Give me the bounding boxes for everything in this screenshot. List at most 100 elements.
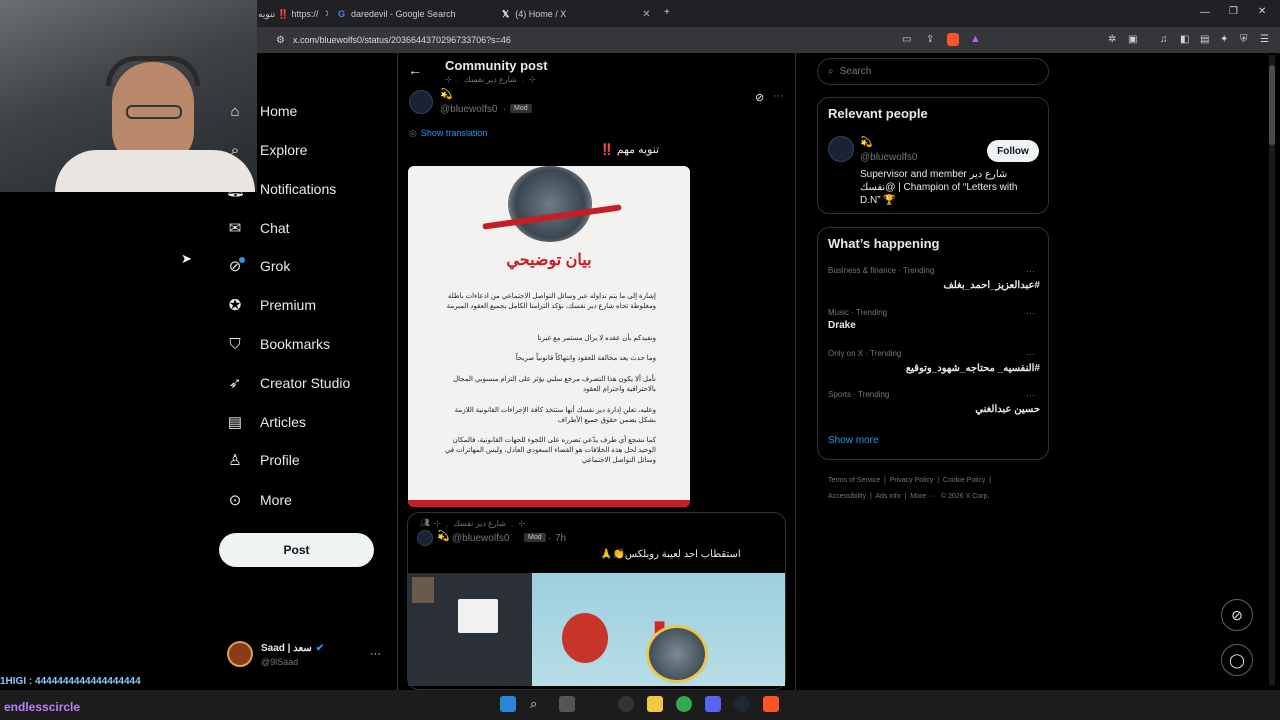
show-more-link[interactable]: Show more — [828, 435, 879, 446]
url-text: x.com/bluewolfs0/status/2036644370296733… — [292, 35, 511, 45]
nav-chat[interactable]: ✉ Chat — [226, 213, 290, 243]
image-paragraph: ونفيدكم بأن عقده لا يزال مستمر مع غيرنا — [537, 335, 656, 342]
chrome-icon[interactable] — [676, 696, 692, 712]
follow-button[interactable]: Follow — [987, 140, 1039, 162]
author-handle[interactable]: @bluewolfs0 — [452, 533, 509, 544]
screen-icon[interactable]: ▭ — [902, 34, 911, 45]
obs-icon[interactable] — [618, 696, 634, 712]
back-arrow-icon[interactable]: ← — [408, 62, 422, 78]
chat-bubble-icon[interactable]: ◯ — [1221, 644, 1253, 676]
cartoon-character — [562, 613, 608, 663]
show-translation-link[interactable]: ◎ Show translation — [409, 128, 487, 139]
sidebar-icon[interactable]: ◧ — [1180, 34, 1189, 45]
trend-more-icon[interactable]: ··· — [1026, 308, 1035, 318]
trend-more-icon[interactable]: ··· — [1026, 390, 1035, 400]
scrollbar-thumb[interactable] — [1269, 65, 1275, 145]
nav-home[interactable]: ⌂ Home — [226, 96, 297, 126]
scrollbar[interactable] — [1269, 55, 1275, 685]
menu-icon[interactable]: ☰ — [1260, 34, 1269, 45]
close-icon[interactable]: ✕ — [324, 9, 328, 20]
nav-creator-studio[interactable]: ➶ Creator Studio — [226, 368, 351, 398]
nav-notifications[interactable]: 🔔︎ Notifications — [226, 174, 336, 204]
chat-line-1: 1HIGI : 4444444444444444444 — [0, 676, 190, 690]
nav-premium[interactable]: ✪ Premium — [226, 290, 316, 320]
footer-link[interactable]: Ads info — [875, 493, 900, 500]
tab-x-home[interactable]: 𝕏 (4) Home / X ✕ — [502, 4, 677, 24]
music-icon[interactable]: ♫ — [1160, 34, 1168, 45]
minimize-icon[interactable]: — — [1200, 7, 1210, 18]
site-settings-icon[interactable]: ⚙ — [276, 35, 285, 46]
share-icon[interactable]: ⇪ — [926, 34, 934, 45]
search-icon[interactable]: ⌕ — [530, 696, 546, 712]
nav-profile[interactable]: ♙ Profile — [226, 445, 299, 475]
brave-shield-icon[interactable] — [947, 33, 959, 46]
wallet-icon[interactable]: ▤ — [1200, 34, 1209, 45]
post-more-icon[interactable]: ··· — [773, 90, 784, 102]
image-paragraph: كما نشجع أي طرف يدّعي تضرره على اللجوء ل… — [444, 437, 656, 464]
post-media-left[interactable] — [408, 573, 532, 686]
show-translation-label: Show translation — [420, 128, 488, 138]
discord-icon[interactable] — [705, 696, 721, 712]
search-input[interactable]: ⌕ Search — [817, 58, 1049, 85]
new-tab-icon[interactable]: + — [664, 7, 670, 18]
community-label[interactable]: 👥︎ ⊹ ﹒ شارع دير نفسك ﹒ ⊹ — [420, 518, 525, 529]
leo-ai-icon[interactable]: ✦ — [1220, 34, 1228, 45]
nav-label: Premium — [260, 297, 317, 313]
trend-more-icon[interactable]: ··· — [1026, 349, 1035, 359]
maximize-icon[interactable]: ❐ — [1229, 6, 1238, 17]
post-image[interactable]: بيان توضيحي إشارة إلى ما يتم تداوله عبر … — [408, 166, 690, 507]
brave-icon[interactable] — [763, 696, 779, 712]
rewards-icon[interactable]: ▲ — [970, 33, 981, 45]
tab-google[interactable]: G daredevil - Google Search ✕ — [338, 4, 503, 24]
account-more-icon[interactable]: ··· — [370, 648, 381, 660]
trend-item[interactable]: Only on X · Trending #النفسيه_ محتاجه_شه… — [828, 349, 1040, 374]
image-footer-bar — [408, 500, 690, 507]
glasses — [126, 105, 182, 119]
trend-item[interactable]: Sports · Trending حسين عبدالغني — [828, 390, 1040, 415]
footer-link[interactable]: Cookie Policy — [943, 477, 985, 484]
trend-item[interactable]: Business & finance · Trending #عبدالعزيز… — [828, 266, 1040, 291]
folder-icon[interactable] — [647, 696, 663, 712]
nav-articles[interactable]: ▤ Articles — [226, 407, 306, 437]
avatar[interactable] — [227, 641, 253, 667]
vpn-icon[interactable]: ⛨ — [1240, 34, 1248, 45]
mail-icon: ✉ — [228, 220, 242, 237]
avatar[interactable] — [828, 136, 854, 162]
webcam-overlay — [0, 0, 257, 192]
grok-floating-icon[interactable]: ⊘ — [1221, 599, 1253, 631]
trend-name: Drake — [828, 320, 856, 331]
author-avatar[interactable] — [417, 530, 433, 546]
footer-link[interactable]: Accessibility — [828, 493, 866, 500]
url-field[interactable]: ⚙ x.com/bluewolfs0/status/20366443702967… — [270, 31, 990, 49]
trend-item[interactable]: Music · Trending Drake — [828, 308, 1040, 331]
nav-explore[interactable]: ⌕ Explore — [226, 135, 308, 165]
footer-link[interactable]: Terms of Service — [828, 477, 880, 484]
steam-icon[interactable] — [734, 696, 750, 712]
footer-link[interactable]: Privacy Policy — [890, 477, 934, 484]
post-media-right[interactable]: ⬇ — [532, 573, 785, 686]
trend-more-icon[interactable]: ··· — [1026, 266, 1035, 276]
nav-label: Grok — [260, 258, 291, 274]
nav-bookmarks[interactable]: ⛉ Bookmarks — [226, 329, 330, 359]
tab-active[interactable]: تنويه ‼️ https:// ✕ — [258, 4, 328, 24]
extensions-icon[interactable]: ✲ — [1108, 34, 1116, 45]
nav-label: More — [260, 492, 292, 508]
nav-label: Bookmarks — [260, 336, 331, 352]
person-handle[interactable]: @bluewolfs0 — [860, 152, 917, 163]
grok-explain-icon[interactable]: ⊘ — [755, 91, 764, 104]
translate-icon: ◎ — [409, 128, 417, 138]
nav-more[interactable]: ⊙ More — [226, 485, 292, 515]
wallet-icon[interactable]: ▣ — [1128, 34, 1137, 45]
footer-link[interactable]: More ··· — [910, 493, 935, 500]
author-handle[interactable]: @bluewolfs0 — [440, 104, 497, 115]
task-view-icon[interactable] — [559, 696, 575, 712]
post-button[interactable]: Post — [219, 533, 374, 567]
community-icon: 👥︎ — [420, 518, 431, 527]
author-avatar[interactable] — [409, 90, 433, 114]
relevant-people-title: Relevant people — [828, 106, 928, 121]
close-window-icon[interactable]: ✕ — [1258, 6, 1266, 17]
close-icon[interactable]: ✕ — [642, 9, 650, 20]
person-icon: ♙ — [228, 452, 242, 469]
nav-grok[interactable]: ⊘ Grok — [226, 251, 291, 281]
windows-start-icon[interactable] — [500, 696, 516, 712]
